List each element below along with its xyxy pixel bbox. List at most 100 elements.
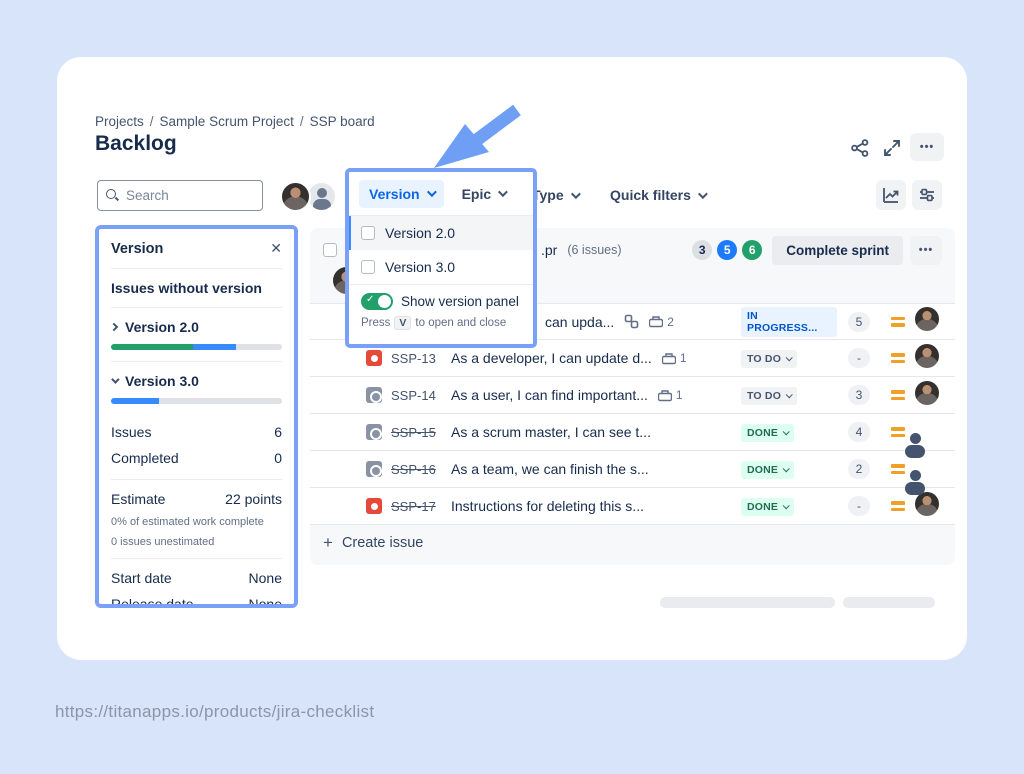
story-icon xyxy=(366,387,382,403)
chevron-down-icon xyxy=(786,354,793,361)
chevron-down-icon xyxy=(786,391,793,398)
view-settings-button[interactable] xyxy=(912,180,942,210)
version-panel-title: Version xyxy=(111,241,163,257)
status-badge[interactable]: IN PROGRESS... xyxy=(741,307,837,337)
keyboard-hint: Press V to open and close xyxy=(361,316,521,330)
plus-icon: + xyxy=(323,533,333,553)
filter-type[interactable]: Type xyxy=(532,187,578,203)
estimate-pill[interactable]: 2 xyxy=(848,459,870,479)
subtasks-icon xyxy=(624,314,639,329)
version-item[interactable]: Version 3.0 xyxy=(111,362,282,415)
version-panel: Version ✕ Issues without version Version… xyxy=(95,225,298,608)
estimate-note: 0% of estimated work complete xyxy=(111,512,282,532)
version-item[interactable]: Version 2.0 xyxy=(111,308,282,362)
chevron-down-icon xyxy=(427,187,437,197)
chevron-down-icon[interactable] xyxy=(111,375,119,383)
estimate-pill[interactable]: - xyxy=(848,348,870,368)
issue-key: SSP-14 xyxy=(391,388,441,403)
avatar-user-photo[interactable] xyxy=(280,181,311,212)
skeleton-bar xyxy=(843,597,935,608)
priority-medium-icon xyxy=(881,498,915,514)
stat-release-date: Release dateNone xyxy=(111,591,282,608)
breadcrumb-projects[interactable]: Projects xyxy=(95,114,144,129)
checklist-indicator: 1 xyxy=(658,388,683,402)
checklist-icon xyxy=(658,389,672,402)
source-url: https://titanapps.io/products/jira-check… xyxy=(55,702,374,722)
sprint-badge-inprogress: 5 xyxy=(717,240,737,260)
search-input[interactable] xyxy=(126,188,246,203)
filter-version[interactable]: Version xyxy=(359,180,444,208)
assignee-avatar[interactable] xyxy=(915,492,939,516)
issue-row[interactable]: SSP-14 As a user, I can find important..… xyxy=(310,377,955,414)
progress-bar xyxy=(111,344,282,350)
stat-start-date: Start dateNone xyxy=(111,565,282,591)
assignee-avatar[interactable] xyxy=(915,381,939,405)
sliders-icon xyxy=(918,186,936,204)
priority-medium-icon xyxy=(881,387,915,403)
share-button[interactable] xyxy=(850,138,870,158)
breadcrumb-board[interactable]: SSP board xyxy=(310,114,375,129)
version-option[interactable]: Version 2.0 xyxy=(349,216,533,250)
issue-row[interactable]: SSP-16 As a team, we can finish the s...… xyxy=(310,451,955,488)
sprint-more-button[interactable]: ••• xyxy=(910,236,942,265)
issue-title[interactable]: As a team, we can finish the s... xyxy=(451,461,649,477)
breadcrumb-project[interactable]: Sample Scrum Project xyxy=(160,114,294,129)
sprint-name[interactable]: .pr xyxy=(541,242,557,258)
issue-title[interactable]: As a developer, I can update d... xyxy=(451,350,652,366)
story-icon xyxy=(366,424,382,440)
sprint-issue-count: (6 issues) xyxy=(567,243,621,257)
version-option[interactable]: Version 3.0 xyxy=(349,250,533,284)
estimate-pill[interactable]: 5 xyxy=(848,312,870,332)
expand-icon xyxy=(882,138,902,158)
complete-sprint-button[interactable]: Complete sprint xyxy=(772,236,903,265)
chevron-down-icon xyxy=(783,465,790,472)
more-options-button[interactable]: ••• xyxy=(910,133,944,161)
issue-title[interactable]: Instructions for deleting this s... xyxy=(451,498,644,514)
checklist-indicator: 1 xyxy=(662,351,687,365)
checkbox[interactable] xyxy=(361,260,375,274)
stat-estimate: Estimate22 points xyxy=(111,486,282,512)
breadcrumb: Projects/Sample Scrum Project/SSP board xyxy=(95,114,375,129)
issue-title[interactable]: can upda... xyxy=(545,314,614,330)
status-badge[interactable]: DONE xyxy=(741,498,794,516)
show-version-panel-toggle[interactable]: Show version panel xyxy=(361,293,521,310)
chevron-right-icon[interactable] xyxy=(110,323,118,331)
checklist-icon xyxy=(662,352,676,365)
close-icon[interactable]: ✕ xyxy=(270,240,282,257)
issue-row[interactable]: SSP-17 Instructions for deleting this s.… xyxy=(310,488,955,525)
checklist-count: 2 xyxy=(667,315,674,329)
ellipsis-icon: ••• xyxy=(920,141,935,153)
issues-without-version[interactable]: Issues without version xyxy=(111,269,282,308)
bug-icon xyxy=(366,350,382,366)
create-issue-button[interactable]: + Create issue xyxy=(323,533,423,553)
priority-medium-icon xyxy=(881,350,915,366)
filter-epic[interactable]: Epic xyxy=(462,186,506,202)
issue-row[interactable]: SSP-15 As a scrum master, I can see t...… xyxy=(310,414,955,451)
issue-title[interactable]: As a scrum master, I can see t... xyxy=(451,424,651,440)
checklist-icon xyxy=(649,315,663,328)
search-icon xyxy=(106,189,119,202)
status-badge[interactable]: DONE xyxy=(741,424,794,442)
filter-quick-filters[interactable]: Quick filters xyxy=(610,187,705,203)
estimate-note: 0 issues unestimated xyxy=(111,532,282,552)
status-badge[interactable]: TO DO xyxy=(741,350,797,368)
search-input-wrap xyxy=(97,180,263,211)
screenshot-root: Projects/Sample Scrum Project/SSP board … xyxy=(0,0,1024,774)
assignee-avatar[interactable] xyxy=(915,344,939,368)
estimate-pill[interactable]: 4 xyxy=(848,422,870,442)
assignee-avatar[interactable] xyxy=(915,307,939,331)
sprint-checkbox[interactable] xyxy=(323,243,337,257)
issue-title[interactable]: As a user, I can find important... xyxy=(451,387,648,403)
checklist-count: 1 xyxy=(676,388,683,402)
checkbox[interactable] xyxy=(361,226,375,240)
estimate-pill[interactable]: - xyxy=(848,496,870,516)
status-badge[interactable]: DONE xyxy=(741,461,794,479)
expand-button[interactable] xyxy=(882,138,902,158)
estimate-pill[interactable]: 3 xyxy=(848,385,870,405)
sprint-badge-done: 6 xyxy=(742,240,762,260)
sprint-badge-todo: 3 xyxy=(692,240,712,260)
insights-button[interactable] xyxy=(876,180,906,210)
issue-key: SSP-16 xyxy=(391,462,441,477)
toggle-on-icon[interactable] xyxy=(361,293,393,310)
status-badge[interactable]: TO DO xyxy=(741,387,797,405)
